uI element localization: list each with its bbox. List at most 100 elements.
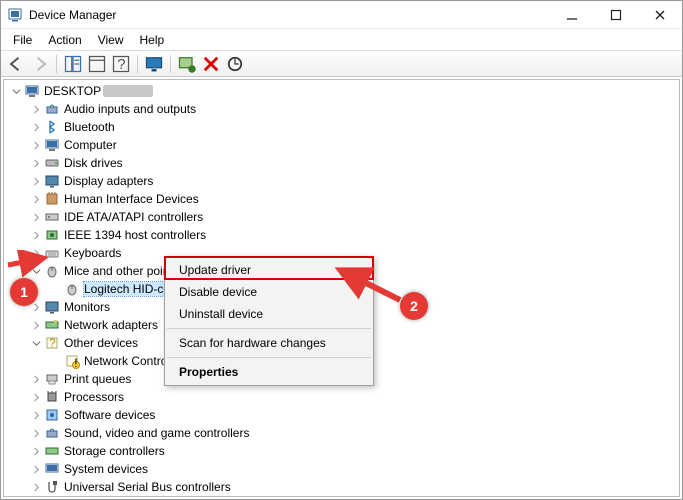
chevron-right-icon[interactable] <box>30 481 42 493</box>
ctx-scan-hardware[interactable]: Scan for hardware changes <box>165 332 373 354</box>
tree-category[interactable]: System devices <box>4 460 679 478</box>
tree-category[interactable]: Audio inputs and outputs <box>4 100 679 118</box>
menu-action[interactable]: Action <box>40 31 89 49</box>
titlebar: Device Manager <box>1 1 682 29</box>
chevron-down-icon[interactable] <box>30 337 42 349</box>
tree-category-label: Audio inputs and outputs <box>64 102 196 116</box>
category-icon <box>44 119 60 135</box>
ctx-disable-device[interactable]: Disable device <box>165 281 373 303</box>
monitor-button[interactable] <box>143 53 165 75</box>
tree-category-label: System devices <box>64 462 148 476</box>
chevron-right-icon[interactable] <box>30 427 42 439</box>
chevron-right-icon[interactable] <box>30 319 42 331</box>
toolbar-separator <box>170 55 171 73</box>
tree-category[interactable]: Computer <box>4 136 679 154</box>
properties-button[interactable] <box>86 53 108 75</box>
category-icon <box>44 227 60 243</box>
show-hide-tree-button[interactable] <box>62 53 84 75</box>
menu-file[interactable]: File <box>5 31 40 49</box>
chevron-right-icon[interactable] <box>30 211 42 223</box>
category-icon <box>44 317 60 333</box>
category-icon <box>44 299 60 315</box>
category-icon <box>44 173 60 189</box>
context-menu: Update driver Disable device Uninstall d… <box>164 256 374 386</box>
help-button[interactable]: ? <box>110 53 132 75</box>
menubar: File Action View Help <box>1 29 682 51</box>
toolbar-separator <box>137 55 138 73</box>
category-icon <box>44 407 60 423</box>
tree-category-label: Print queues <box>64 372 131 386</box>
chevron-right-icon[interactable] <box>30 247 42 259</box>
tree-category-label: Disk drives <box>64 156 123 170</box>
chevron-down-icon[interactable] <box>10 85 22 97</box>
chevron-right-icon[interactable] <box>30 373 42 385</box>
chevron-right-icon[interactable] <box>30 463 42 475</box>
maximize-button[interactable] <box>594 1 638 29</box>
category-icon <box>44 155 60 171</box>
update-driver-button[interactable] <box>176 53 198 75</box>
unknown-device-icon: ! <box>64 353 80 369</box>
callout-2: 2 <box>400 292 428 320</box>
tree-category[interactable]: Storage controllers <box>4 442 679 460</box>
tree-category-label: Software devices <box>64 408 155 422</box>
ctx-separator <box>167 357 371 358</box>
chevron-right-icon[interactable] <box>30 121 42 133</box>
chevron-right-icon[interactable] <box>30 229 42 241</box>
tree-category[interactable]: Disk drives <box>4 154 679 172</box>
toolbar: ? <box>1 51 682 77</box>
tree-category[interactable]: IDE ATA/ATAPI controllers <box>4 208 679 226</box>
tree-category[interactable]: Processors <box>4 388 679 406</box>
category-icon <box>44 371 60 387</box>
tree-category-label: Network adapters <box>64 318 158 332</box>
uninstall-button[interactable] <box>200 53 222 75</box>
chevron-right-icon[interactable] <box>30 193 42 205</box>
tree-category[interactable]: Sound, video and game controllers <box>4 424 679 442</box>
back-button[interactable] <box>5 53 27 75</box>
chevron-right-icon[interactable] <box>30 157 42 169</box>
tree-root[interactable]: DESKTOP <box>4 82 679 100</box>
tree-category[interactable]: Display adapters <box>4 172 679 190</box>
tree-category-label: Universal Serial Bus controllers <box>64 480 231 494</box>
tree-category-label: Computer <box>64 138 117 152</box>
tree-category[interactable]: Human Interface Devices <box>4 190 679 208</box>
chevron-right-icon[interactable] <box>30 175 42 187</box>
svg-text:!: ! <box>74 356 77 369</box>
chevron-right-icon[interactable] <box>30 391 42 403</box>
tree-category[interactable]: Bluetooth <box>4 118 679 136</box>
tree-device-label: Network Contro <box>84 354 167 368</box>
tree-root-label: DESKTOP <box>44 84 101 98</box>
category-icon <box>44 479 60 495</box>
tree-category-label: IEEE 1394 host controllers <box>64 228 206 242</box>
svg-text:?: ? <box>49 336 56 350</box>
chevron-right-icon[interactable] <box>30 139 42 151</box>
ctx-update-driver[interactable]: Update driver <box>165 259 373 281</box>
forward-button[interactable] <box>29 53 51 75</box>
window-title: Device Manager <box>29 8 550 22</box>
device-manager-window: Device Manager File Action View Help ? D… <box>0 0 683 500</box>
chevron-down-icon[interactable] <box>30 265 42 277</box>
redacted-hostname <box>103 85 153 97</box>
menu-help[interactable]: Help <box>132 31 173 49</box>
category-icon <box>44 389 60 405</box>
tree-category[interactable]: Universal Serial Bus controllers <box>4 478 679 496</box>
tree-category-label: IDE ATA/ATAPI controllers <box>64 210 203 224</box>
tree-category-label: Processors <box>64 390 124 404</box>
tree-category-label: Sound, video and game controllers <box>64 426 249 440</box>
close-button[interactable] <box>638 1 682 29</box>
chevron-right-icon[interactable] <box>30 409 42 421</box>
ctx-properties[interactable]: Properties <box>165 361 373 383</box>
tree-category[interactable]: IEEE 1394 host controllers <box>4 226 679 244</box>
chevron-right-icon[interactable] <box>30 445 42 457</box>
tree-category-label: Other devices <box>64 336 138 350</box>
mouse-icon <box>64 281 80 297</box>
ctx-uninstall-device[interactable]: Uninstall device <box>165 303 373 325</box>
tree-category-label: Monitors <box>64 300 110 314</box>
tree-category[interactable]: Software devices <box>4 406 679 424</box>
category-icon <box>44 443 60 459</box>
category-icon <box>44 461 60 477</box>
chevron-right-icon[interactable] <box>30 103 42 115</box>
scan-hardware-button[interactable] <box>224 53 246 75</box>
minimize-button[interactable] <box>550 1 594 29</box>
menu-view[interactable]: View <box>90 31 132 49</box>
tree-category-label: Storage controllers <box>64 444 165 458</box>
